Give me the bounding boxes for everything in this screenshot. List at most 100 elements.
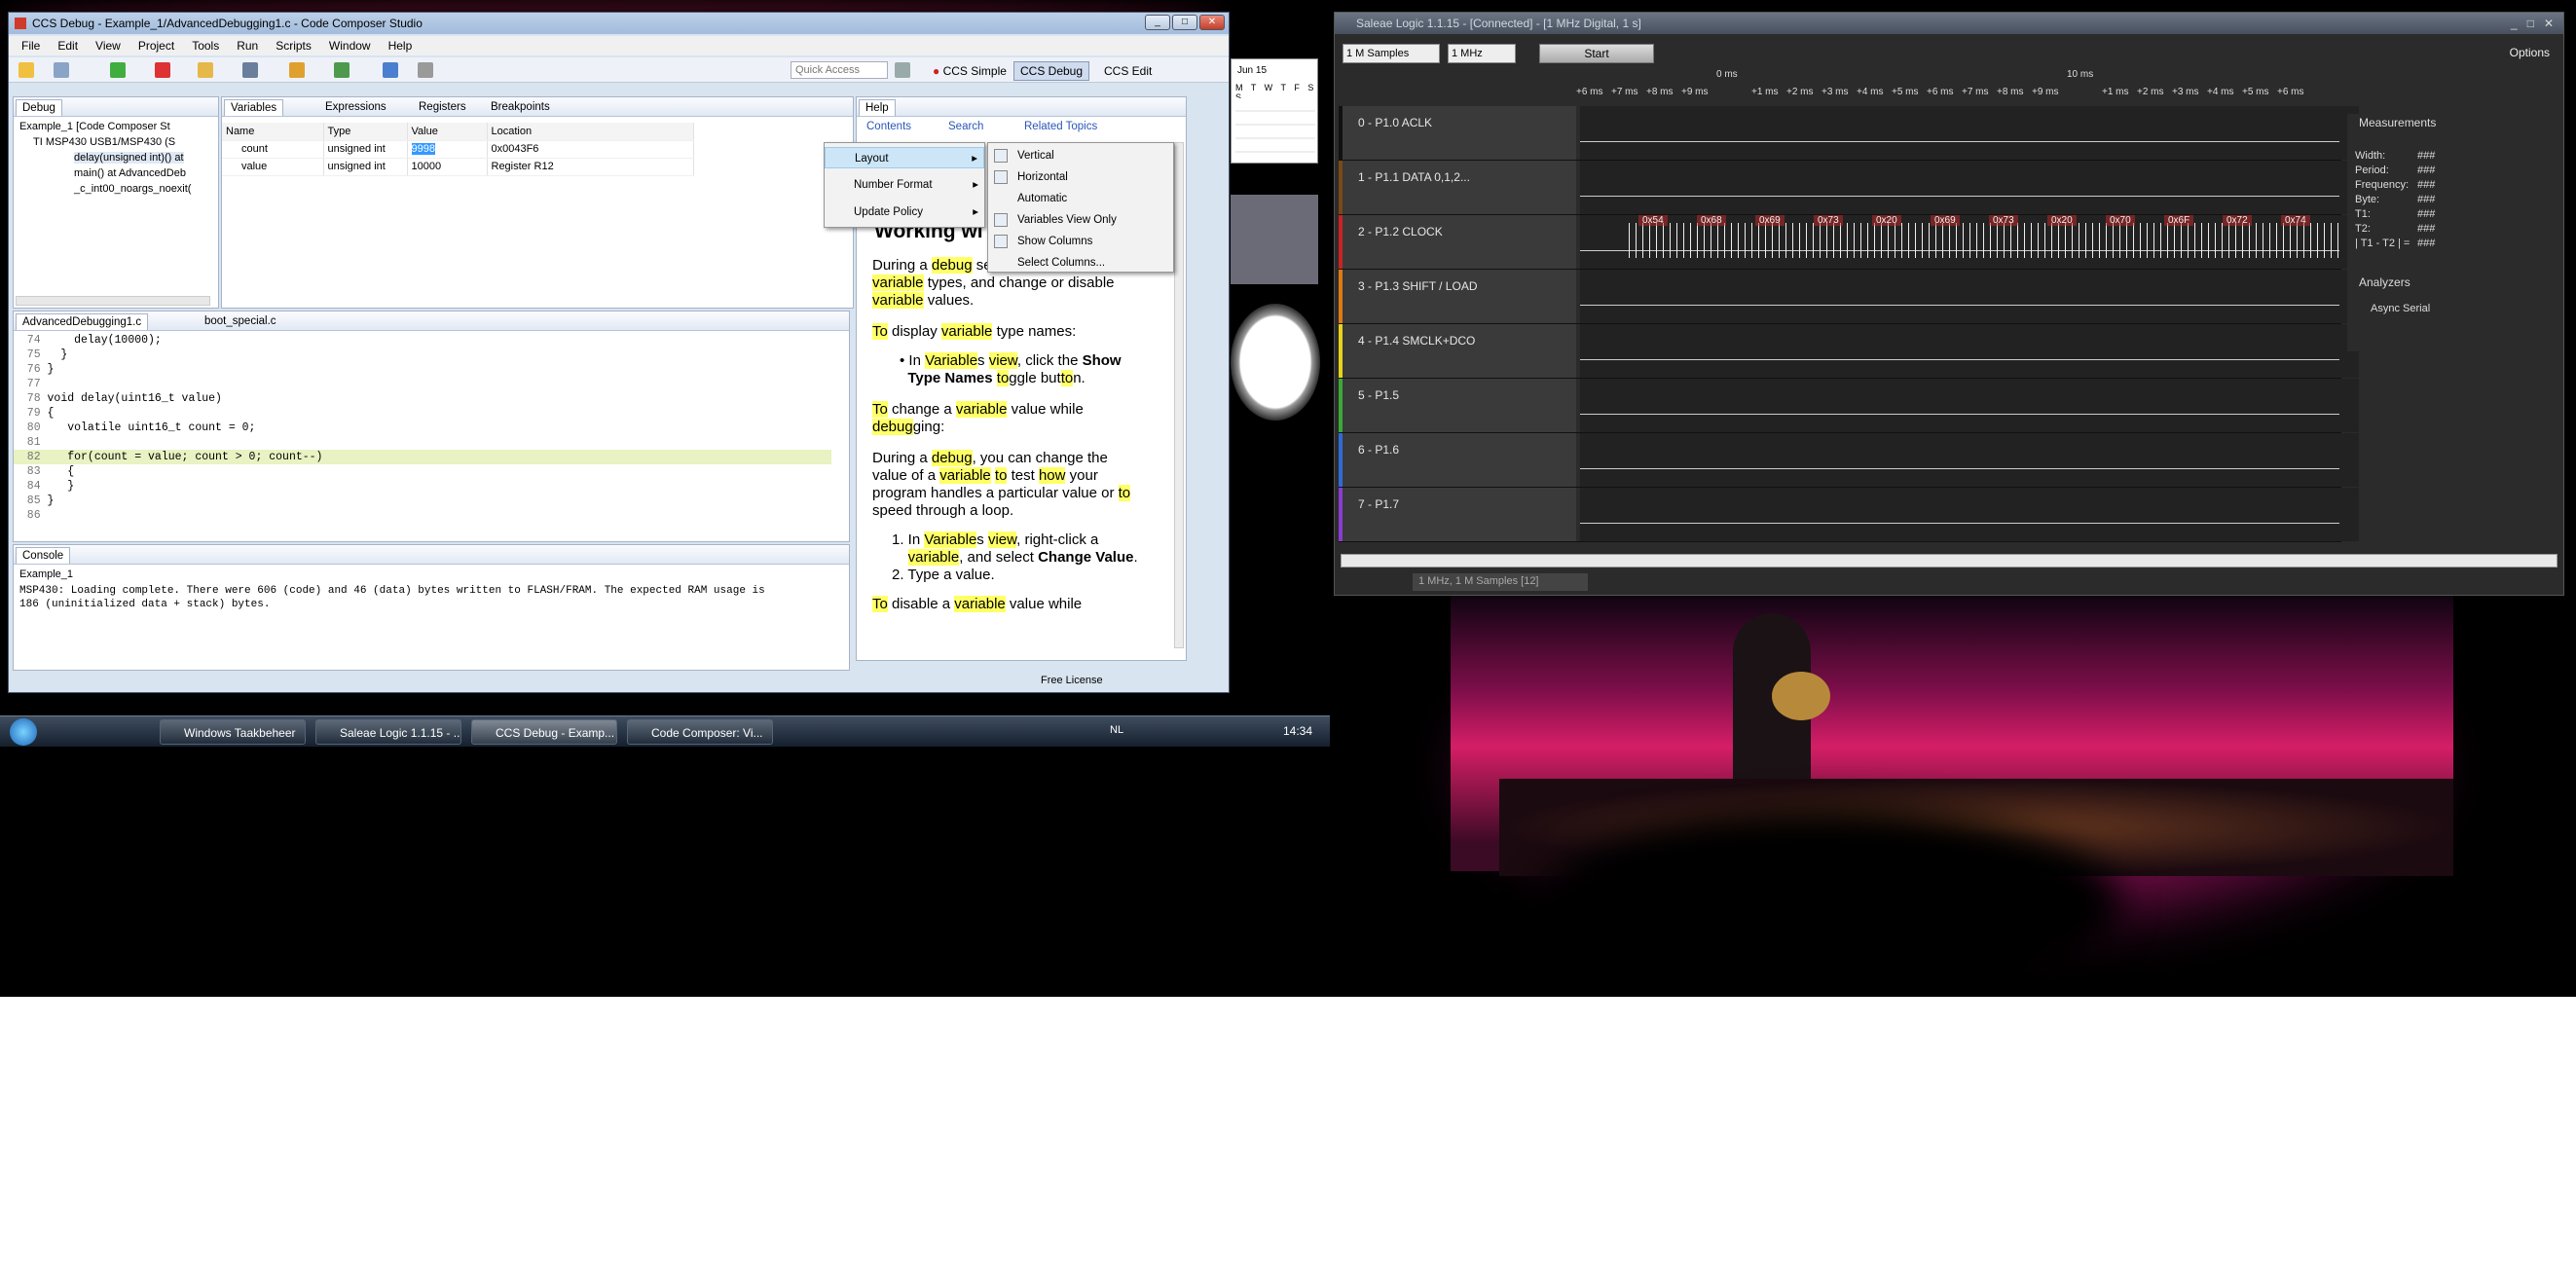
terminate-icon[interactable] bbox=[155, 62, 170, 78]
tab-advanced-debugging[interactable]: AdvancedDebugging1.c bbox=[16, 313, 149, 330]
channel-label[interactable]: 4 - P1.4 SMCLK+DCO bbox=[1343, 324, 1576, 378]
menu-file[interactable]: File bbox=[13, 39, 49, 53]
menu-window[interactable]: Window bbox=[320, 39, 380, 53]
channel-waveform[interactable] bbox=[1580, 270, 2359, 323]
channel-waveform[interactable]: 0x54 0x68 0x69 0x73 0x20 0x69 0x73 0x20 0x70 0x6F… bbox=[1580, 215, 2359, 269]
gear-icon[interactable] bbox=[418, 62, 433, 78]
calendar-gadget[interactable]: Jun 15 M T W T F S S bbox=[1231, 58, 1318, 164]
channel-label[interactable]: 6 - P1.6 bbox=[1343, 433, 1576, 487]
submenu-automatic[interactable]: Automatic bbox=[988, 188, 1173, 209]
menu-item-number-format[interactable]: Number Format ▸ bbox=[825, 174, 984, 196]
channel-waveform[interactable] bbox=[1580, 106, 2359, 160]
code-line[interactable]: 78 void delay(uint16_t value) bbox=[14, 391, 831, 406]
tree-item[interactable]: TI MSP430 USB1/MSP430 (S bbox=[33, 136, 175, 148]
tree-item[interactable]: _c_int00_noargs_noexit( bbox=[74, 183, 191, 195]
start-orb-icon[interactable] bbox=[10, 718, 37, 746]
clock-gadget[interactable] bbox=[1231, 304, 1320, 421]
var-value[interactable]: 10000 bbox=[407, 158, 488, 176]
submenu-show-columns[interactable]: Show Columns bbox=[988, 231, 1173, 252]
menu-help[interactable]: Help bbox=[380, 39, 422, 53]
code-line[interactable]: 86 bbox=[14, 508, 831, 523]
channel-label[interactable]: 3 - P1.3 SHIFT / LOAD bbox=[1343, 270, 1576, 323]
search-icon[interactable] bbox=[383, 62, 398, 78]
channel-waveform[interactable] bbox=[1580, 433, 2359, 487]
language-indicator[interactable]: NL bbox=[1110, 724, 1123, 736]
ccs-window[interactable]: CCS Debug - Example_1/AdvancedDebugging1… bbox=[8, 12, 1230, 693]
help-link-search[interactable]: Search bbox=[948, 121, 983, 132]
submenu-variables-view-only[interactable]: Variables View Only bbox=[988, 209, 1173, 231]
taskbar-item[interactable]: Code Composer: Vi... bbox=[627, 719, 773, 745]
line-number[interactable]: 76 bbox=[14, 363, 48, 376]
tab-debug[interactable]: Debug bbox=[16, 99, 62, 116]
menu-item-update-policy[interactable]: Update Policy ▸ bbox=[825, 201, 984, 223]
tab-registers[interactable]: Registers bbox=[413, 99, 472, 116]
saleae-window-controls[interactable]: _ □ ✕ bbox=[2511, 17, 2554, 30]
taskbar-item[interactable]: Saleae Logic 1.1.15 - ... bbox=[315, 719, 461, 745]
minimize-button[interactable]: _ bbox=[1145, 15, 1170, 30]
photo-gadget[interactable] bbox=[1231, 195, 1318, 284]
close-button[interactable]: ✕ bbox=[1199, 15, 1225, 30]
tree-item[interactable]: delay(unsigned int)() at bbox=[74, 152, 184, 164]
build-icon[interactable] bbox=[289, 62, 305, 78]
code-line[interactable]: 80 volatile uint16_t count = 0; bbox=[14, 421, 831, 435]
line-number[interactable]: 85 bbox=[14, 494, 48, 507]
perspective-ccs-simple[interactable]: ● CCS Simple bbox=[926, 61, 1013, 81]
channel-row[interactable]: 5 - P1.5 bbox=[1339, 379, 2359, 433]
line-number[interactable]: 75 bbox=[14, 348, 48, 361]
run-icon[interactable] bbox=[334, 62, 350, 78]
menu-tools[interactable]: Tools bbox=[183, 39, 228, 53]
open-perspective-icon[interactable] bbox=[895, 62, 910, 78]
maximize-button[interactable]: □ bbox=[1172, 15, 1197, 30]
channel-row[interactable]: 1 - P1.1 DATA 0,1,2... bbox=[1339, 161, 2359, 215]
channel-row[interactable]: 0 - P1.0 ACLK bbox=[1339, 106, 2359, 161]
var-value[interactable]: 9998 bbox=[407, 140, 488, 159]
clock[interactable]: 14:34 bbox=[1283, 724, 1312, 738]
line-number[interactable]: 81 bbox=[14, 436, 48, 449]
taskbar-item[interactable]: CCS Debug - Examp... bbox=[471, 719, 617, 745]
options-button[interactable]: Options bbox=[2510, 46, 2550, 59]
code-line[interactable]: 74 delay(10000); bbox=[14, 333, 831, 348]
channel-row[interactable]: 7 - P1.7 bbox=[1339, 488, 2359, 542]
taskbar-item[interactable]: Windows Taakbeheer bbox=[160, 719, 306, 745]
timeline-scrollbar[interactable] bbox=[1341, 554, 2558, 568]
code-line[interactable]: 83 { bbox=[14, 464, 831, 479]
line-number[interactable]: 82 bbox=[14, 451, 48, 463]
table-row[interactable]: count unsigned int 9998 0x0043F6 bbox=[222, 140, 694, 159]
tab-variables[interactable]: Variables bbox=[224, 99, 284, 116]
menu-scripts[interactable]: Scripts bbox=[267, 39, 320, 53]
table-row[interactable]: value unsigned int 10000 Register R12 bbox=[222, 158, 694, 176]
help-link-related-topics[interactable]: Related Topics bbox=[1024, 121, 1097, 132]
samples-select[interactable]: 1 M Samples bbox=[1343, 44, 1440, 63]
horizontal-scrollbar[interactable] bbox=[16, 296, 210, 306]
debug-icon[interactable] bbox=[242, 62, 258, 78]
line-number[interactable]: 80 bbox=[14, 421, 48, 434]
code-line[interactable]: 77 bbox=[14, 377, 831, 391]
tab-expressions[interactable]: Expressions bbox=[319, 99, 392, 116]
line-number[interactable]: 86 bbox=[14, 509, 48, 522]
help-vertical-scrollbar[interactable] bbox=[1174, 142, 1184, 648]
analyzer-async-serial[interactable]: Async Serial bbox=[2347, 289, 2558, 314]
perspective-ccs-debug[interactable]: CCS Debug bbox=[1013, 61, 1090, 81]
tab-breakpoints[interactable]: Breakpoints bbox=[485, 99, 556, 116]
submenu-select-columns[interactable]: Select Columns... bbox=[988, 252, 1173, 274]
line-number[interactable]: 78 bbox=[14, 392, 48, 405]
tree-item[interactable]: Example_1 [Code Composer St bbox=[19, 121, 170, 132]
tab-console[interactable]: Console bbox=[16, 547, 71, 564]
menu-run[interactable]: Run bbox=[228, 39, 267, 53]
channel-waveform[interactable] bbox=[1580, 379, 2359, 432]
channel-label[interactable]: 0 - P1.0 ACLK bbox=[1343, 106, 1576, 160]
code-line[interactable]: 79 { bbox=[14, 406, 831, 421]
menu-item-layout[interactable]: Layout ▸ bbox=[825, 147, 984, 168]
start-button[interactable]: Start bbox=[1539, 44, 1654, 63]
menu-project[interactable]: Project bbox=[129, 39, 183, 53]
var-value-selected[interactable]: 9998 bbox=[411, 143, 435, 155]
code-line[interactable]: 81 bbox=[14, 435, 831, 450]
code-line[interactable]: 82 for(count = value; count > 0; count--… bbox=[14, 450, 831, 464]
help-link-contents[interactable]: Contents bbox=[866, 121, 911, 132]
capture-tab[interactable]: 1 MHz, 1 M Samples [12] bbox=[1413, 573, 1588, 591]
tree-item[interactable]: main() at AdvancedDeb bbox=[74, 167, 186, 179]
saleae-window[interactable]: Saleae Logic 1.1.15 - [Connected] - [1 M… bbox=[1334, 12, 2564, 596]
line-number[interactable]: 84 bbox=[14, 480, 48, 493]
channel-waveform[interactable] bbox=[1580, 161, 2359, 214]
menu-view[interactable]: View bbox=[87, 39, 129, 53]
